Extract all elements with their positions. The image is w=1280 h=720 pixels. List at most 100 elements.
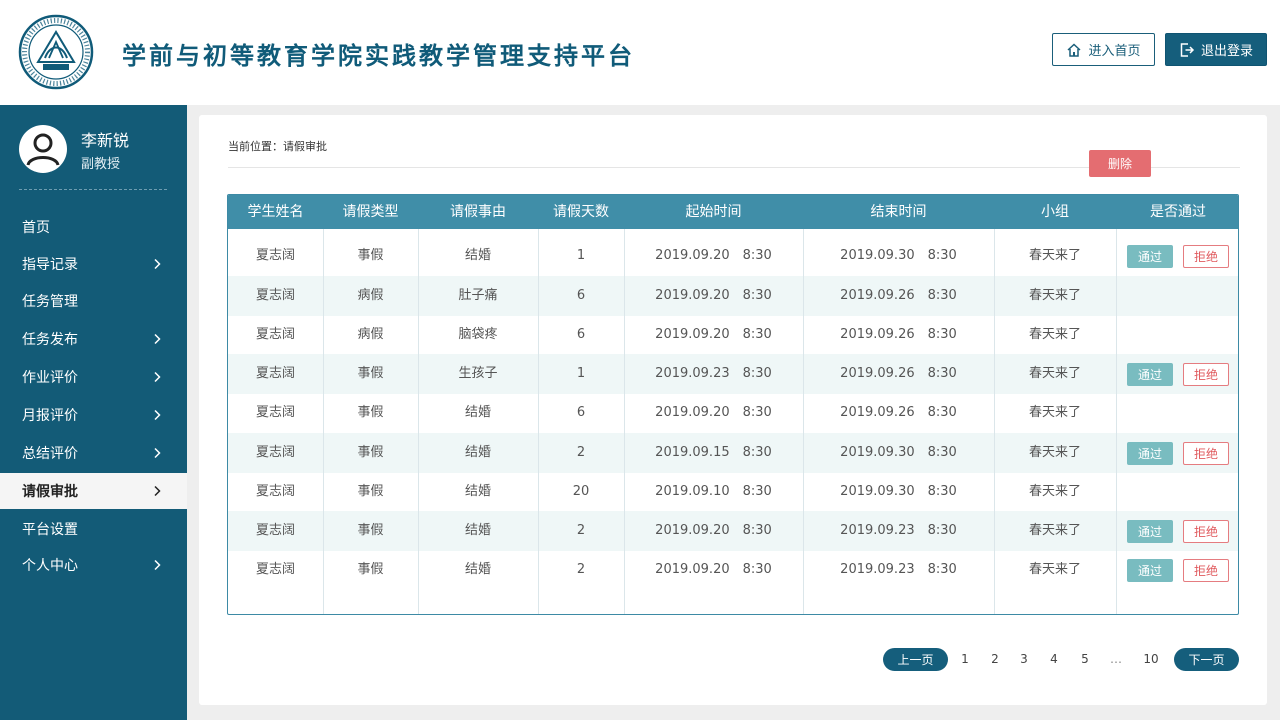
reject-button[interactable]: 拒绝: [1183, 559, 1229, 582]
sidebar-item-label: 总结评价: [22, 446, 78, 462]
table-cell: 结婚: [464, 523, 491, 538]
table-cell: 2019.09.26 8:30: [840, 405, 957, 420]
table-cell: 夏志阔: [255, 366, 295, 381]
chevron-right-icon: [154, 258, 161, 270]
column-header: 小组: [1041, 204, 1069, 220]
table-cell: 夏志阔: [255, 288, 295, 303]
chevron-right-icon: [154, 485, 161, 497]
table-cell: 事假: [357, 484, 384, 499]
table-cell: 结婚: [464, 405, 491, 420]
column-divider: [994, 229, 995, 614]
table-cell: 春天来了: [1028, 366, 1081, 381]
column-header: 结束时间: [870, 204, 927, 220]
table-row: 夏志阔 病假 肚子痛 6 2019.09.20 8:30 2019.09.26 8:30 春…: [228, 276, 1238, 316]
reject-button[interactable]: 拒绝: [1183, 442, 1229, 465]
sidebar-item-label: 任务发布: [22, 332, 78, 348]
table-cell: 结婚: [464, 248, 491, 263]
table-cell: 2019.09.30 8:30: [840, 445, 957, 460]
page-number[interactable]: 1: [955, 648, 975, 671]
sidebar-item[interactable]: 作业评价: [0, 359, 187, 395]
table-row: 夏志阔 事假 生孩子 1 2019.09.23 8:30 2019.09.26 8:30 春…: [228, 354, 1238, 394]
sidebar-item-label: 月报评价: [22, 408, 78, 424]
table-cell: 2019.09.23 8:30: [840, 562, 957, 577]
table-cell: 病假: [357, 327, 384, 342]
table-cell: 2019.09.23 8:30: [840, 523, 957, 538]
table-cell: 春天来了: [1028, 523, 1081, 538]
approve-button[interactable]: 通过: [1127, 520, 1173, 543]
table-cell: 夏志阔: [255, 445, 295, 460]
column-header: 请假天数: [553, 204, 609, 220]
column-divider: [418, 229, 419, 614]
university-logo: [18, 14, 94, 90]
logout-button[interactable]: 退出登录: [1165, 33, 1267, 66]
table-cell: 事假: [357, 248, 384, 263]
chevron-right-icon: [154, 559, 161, 571]
reject-button[interactable]: 拒绝: [1183, 520, 1229, 543]
table-cell: 事假: [357, 523, 384, 538]
home-button[interactable]: 进入首页: [1052, 33, 1155, 66]
table-row: 夏志阔 事假 结婚 20 2019.09.10 8:30 2019.09.30 8:30 春…: [228, 472, 1238, 512]
page-number-last[interactable]: 10: [1141, 648, 1161, 671]
sidebar-item[interactable]: 指导记录: [0, 246, 187, 282]
sidebar-item[interactable]: 任务管理: [0, 283, 187, 319]
table-cell: 2: [576, 523, 586, 538]
table-cell: 结婚: [464, 562, 491, 577]
table-cell: 夏志阔: [255, 327, 295, 342]
table-cell: 事假: [357, 366, 384, 381]
chevron-right-icon: [154, 333, 161, 345]
table-cell: 2019.09.20 8:30: [655, 562, 772, 577]
sidebar-divider: [19, 189, 167, 190]
table-cell: 春天来了: [1028, 405, 1081, 420]
page-number[interactable]: 2: [985, 648, 1005, 671]
user-role: 副教授: [81, 157, 121, 172]
approve-button[interactable]: 通过: [1127, 559, 1173, 582]
column-header: 请假事由: [450, 204, 506, 220]
reject-button[interactable]: 拒绝: [1183, 363, 1229, 386]
page-number[interactable]: 5: [1075, 648, 1095, 671]
sidebar-item[interactable]: 月报评价: [0, 397, 187, 433]
sidebar-item-label: 指导记录: [22, 257, 78, 273]
sidebar-item[interactable]: 首页: [0, 209, 187, 245]
sidebar-item[interactable]: 平台设置: [0, 511, 187, 547]
column-header: 是否通过: [1150, 204, 1206, 220]
table-cell: 2: [576, 445, 586, 460]
breadcrumb: 当前位置：请假审批: [228, 140, 327, 153]
table-cell: 肚子痛: [458, 288, 498, 303]
sidebar-item[interactable]: 请假审批: [0, 473, 187, 509]
table-cell: 春天来了: [1028, 327, 1081, 342]
table-row: 夏志阔 事假 结婚 1 2019.09.20 8:30 2019.09.30 8:30 春天…: [228, 236, 1238, 276]
table-cell: 6: [576, 288, 586, 303]
reject-button[interactable]: 拒绝: [1183, 245, 1229, 268]
table-cell: 6: [576, 327, 586, 342]
avatar[interactable]: [19, 125, 67, 173]
table-cell: 2019.09.20 8:30: [655, 405, 772, 420]
column-divider: [624, 229, 625, 614]
table-cell: 2019.09.20 8:30: [655, 288, 772, 303]
page-number[interactable]: 4: [1044, 648, 1064, 671]
table-cell: 夏志阔: [255, 562, 295, 577]
prev-page-button[interactable]: 上一页: [883, 648, 948, 671]
approve-button[interactable]: 通过: [1127, 442, 1173, 465]
chevron-right-icon: [154, 371, 161, 383]
user-name: 李新锐: [81, 131, 130, 150]
column-divider: [323, 229, 324, 614]
sidebar-item-label: 首页: [22, 220, 50, 236]
logout-button-label: 退出登录: [1200, 44, 1253, 59]
page-number[interactable]: 3: [1014, 648, 1034, 671]
sidebar-item[interactable]: 任务发布: [0, 321, 187, 357]
table-cell: 夏志阔: [255, 248, 295, 263]
sidebar-item[interactable]: 个人中心: [0, 547, 187, 583]
table-cell: 2019.09.26 8:30: [840, 327, 957, 342]
home-icon: [1067, 42, 1081, 57]
column-header: 学生姓名: [247, 204, 304, 220]
approve-button[interactable]: 通过: [1127, 363, 1173, 386]
delete-button[interactable]: 删除: [1089, 150, 1151, 177]
approve-button[interactable]: 通过: [1127, 245, 1173, 268]
table-cell: 春天来了: [1028, 445, 1081, 460]
table-row: 夏志阔 事假 结婚 2 2019.09.20 8:30 2019.09.23 8:30 春天…: [228, 511, 1238, 551]
table-cell: 2: [576, 562, 586, 577]
sidebar-item[interactable]: 总结评价: [0, 435, 187, 471]
table-row: 夏志阔 事假 结婚 2 2019.09.15 8:30 2019.09.30 8:30 春天…: [228, 433, 1238, 473]
next-page-button[interactable]: 下一页: [1174, 648, 1239, 671]
sidebar-item-label: 个人中心: [22, 558, 78, 574]
